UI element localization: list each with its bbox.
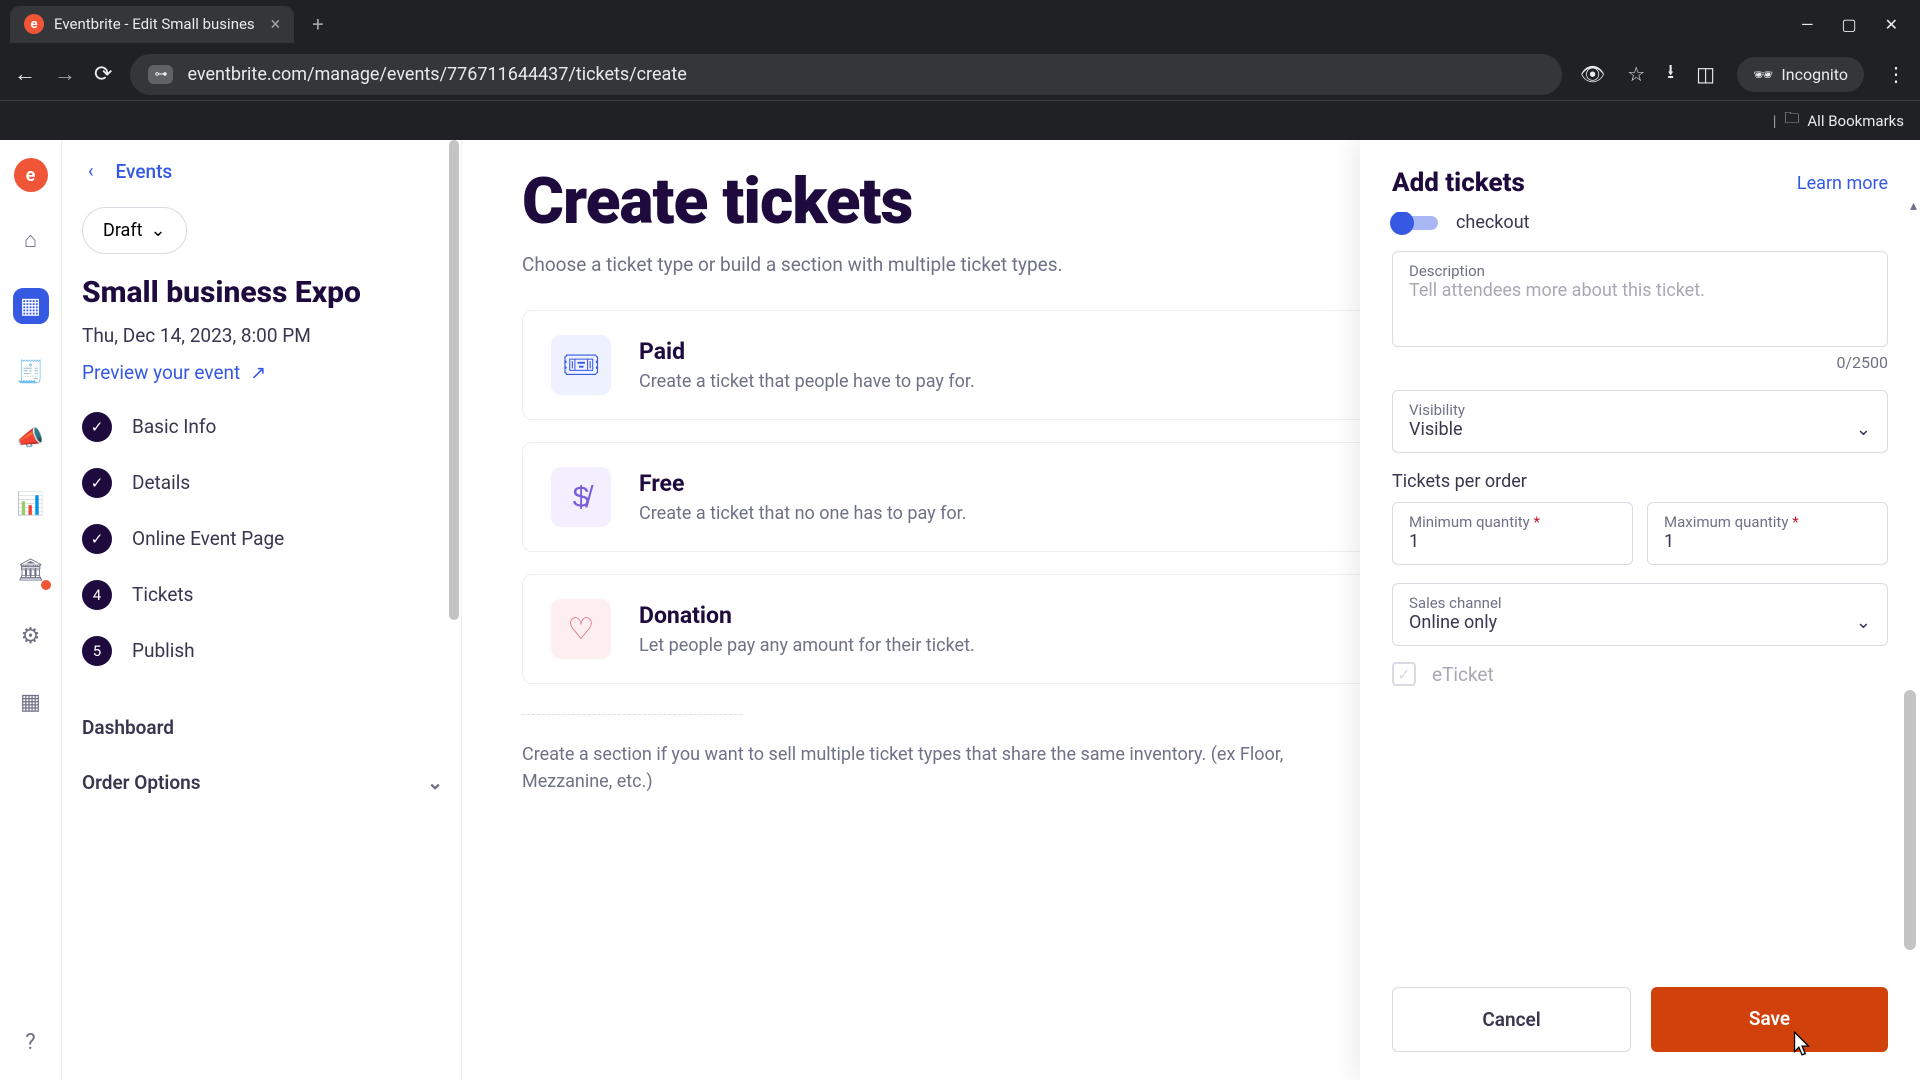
window-controls: — ▢ ✕	[1801, 15, 1910, 34]
address-bar: ← → ⟳ ⊶ eventbrite.com/manage/events/776…	[0, 48, 1920, 100]
site-info-icon[interactable]: ⊶	[148, 65, 173, 84]
tickets-per-order-label: Tickets per order	[1392, 471, 1888, 492]
heart-icon: ♡	[551, 599, 611, 659]
incognito-badge[interactable]: 🕶 Incognito	[1737, 57, 1864, 92]
tab-bar: e Eventbrite - Edit Small busines × + — …	[0, 0, 1920, 48]
cancel-button[interactable]: Cancel	[1392, 987, 1631, 1052]
all-bookmarks[interactable]: All Bookmarks	[1807, 112, 1904, 130]
checkout-toggle-row: checkout	[1392, 212, 1888, 233]
minimize-icon[interactable]: —	[1801, 15, 1814, 34]
max-quantity-field[interactable]: Maximum quantity *	[1647, 502, 1888, 565]
home-icon[interactable]: ⌂	[13, 222, 49, 258]
drawer-scrollbar[interactable]	[1904, 690, 1916, 950]
maximize-icon[interactable]: ▢	[1841, 15, 1856, 34]
settings-icon[interactable]: ⚙	[13, 618, 49, 654]
download-icon[interactable]: ⭳	[1667, 57, 1674, 91]
section-help-text: Create a section if you want to sell mul…	[522, 741, 1302, 795]
help-icon[interactable]: ?	[13, 1024, 49, 1060]
drawer-title: Add tickets	[1392, 168, 1525, 198]
description-input[interactable]	[1409, 280, 1871, 301]
sales-channel-select[interactable]: Sales channel Online only ⌄	[1392, 583, 1888, 646]
eventbrite-logo[interactable]: e	[14, 158, 48, 192]
apps-icon[interactable]: ▦	[13, 684, 49, 720]
step-basic-info[interactable]: ✓Basic Info	[82, 412, 443, 442]
learn-more-link[interactable]: Learn more	[1797, 173, 1888, 194]
save-button[interactable]: Save	[1651, 987, 1888, 1052]
sidebar-dashboard[interactable]: Dashboard	[82, 700, 443, 755]
chevron-down-icon: ⌄	[427, 771, 443, 794]
calendar-icon[interactable]: ▦	[13, 288, 49, 324]
marketing-icon[interactable]: 📣	[13, 420, 49, 456]
browser-tab[interactable]: e Eventbrite - Edit Small busines ×	[10, 6, 294, 43]
reports-icon[interactable]: 📊	[13, 486, 49, 522]
new-tab-button[interactable]: +	[302, 8, 333, 40]
chevron-left-icon: ‹	[88, 161, 94, 182]
sidebar-scrollbar[interactable]	[449, 140, 459, 620]
tab-title: Eventbrite - Edit Small busines	[54, 15, 255, 33]
add-tickets-drawer: ▴ Add tickets Learn more checkout Descri…	[1360, 140, 1920, 1080]
ticket-icon: 🎟	[551, 335, 611, 395]
star-icon[interactable]: ☆	[1627, 62, 1645, 86]
step-tickets[interactable]: 4Tickets	[82, 580, 443, 610]
event-date: Thu, Dec 14, 2023, 8:00 PM	[82, 324, 443, 347]
min-quantity-field[interactable]: Minimum quantity *	[1392, 502, 1633, 565]
eye-off-icon[interactable]: 👁	[1580, 62, 1605, 86]
description-field[interactable]: Description	[1392, 251, 1888, 347]
max-quantity-input[interactable]	[1664, 531, 1871, 552]
step-details[interactable]: ✓Details	[82, 468, 443, 498]
divider	[522, 714, 742, 715]
forward-icon[interactable]: →	[54, 61, 76, 87]
folder-icon: 🗀	[1784, 108, 1799, 133]
free-icon: $̸	[551, 467, 611, 527]
step-online-event-page[interactable]: ✓Online Event Page	[82, 524, 443, 554]
step-publish[interactable]: 5Publish	[82, 636, 443, 666]
toggle-switch[interactable]	[1392, 216, 1438, 230]
chevron-down-icon: ⌄	[151, 220, 166, 241]
url-input[interactable]: ⊶ eventbrite.com/manage/events/776711644…	[130, 54, 1561, 95]
back-to-events[interactable]: ‹ Events	[82, 150, 443, 193]
close-window-icon[interactable]: ✕	[1885, 15, 1898, 34]
eventbrite-favicon: e	[24, 14, 44, 34]
url-text: eventbrite.com/manage/events/77671164443…	[187, 64, 686, 85]
close-icon[interactable]: ×	[271, 14, 281, 35]
bookmarks-bar: | 🗀 All Bookmarks	[0, 100, 1920, 140]
incognito-icon: 🕶	[1753, 65, 1773, 84]
menu-icon[interactable]: ⋮	[1886, 62, 1906, 86]
status-dropdown[interactable]: Draft ⌄	[82, 207, 187, 254]
chevron-down-icon: ⌄	[1856, 419, 1871, 440]
event-sidebar: ‹ Events Draft ⌄ Small business Expo Thu…	[62, 140, 462, 1080]
reload-icon[interactable]: ⟳	[94, 62, 112, 87]
event-title: Small business Expo	[82, 274, 443, 312]
char-count: 0/2500	[1392, 353, 1888, 372]
external-link-icon: ↗	[250, 361, 266, 384]
main-content: Create tickets Choose a ticket type or b…	[462, 140, 1920, 1080]
sidebar-order-options[interactable]: Order Options ⌄	[82, 755, 443, 810]
eticket-row: ✓ eTicket	[1392, 662, 1888, 686]
browser-chrome: e Eventbrite - Edit Small busines × + — …	[0, 0, 1920, 140]
min-quantity-input[interactable]	[1409, 531, 1616, 552]
finance-icon[interactable]: 🏛	[13, 552, 49, 588]
eticket-checkbox[interactable]: ✓	[1392, 662, 1416, 686]
sidepanel-icon[interactable]: ◫	[1696, 62, 1715, 86]
nav-rail: e ⌂ ▦ 🧾 📣 📊 🏛 ⚙ ▦ ?	[0, 140, 62, 1080]
steps-list: ✓Basic Info ✓Details ✓Online Event Page …	[82, 412, 443, 666]
chevron-down-icon: ⌄	[1856, 612, 1871, 633]
app: e ⌂ ▦ 🧾 📣 📊 🏛 ⚙ ▦ ? ‹ Events Draft ⌄ Sma…	[0, 140, 1920, 1080]
orders-icon[interactable]: 🧾	[13, 354, 49, 390]
back-icon[interactable]: ←	[14, 61, 36, 87]
preview-link[interactable]: Preview your event ↗	[82, 361, 443, 384]
visibility-select[interactable]: Visibility Visible ⌄	[1392, 390, 1888, 453]
